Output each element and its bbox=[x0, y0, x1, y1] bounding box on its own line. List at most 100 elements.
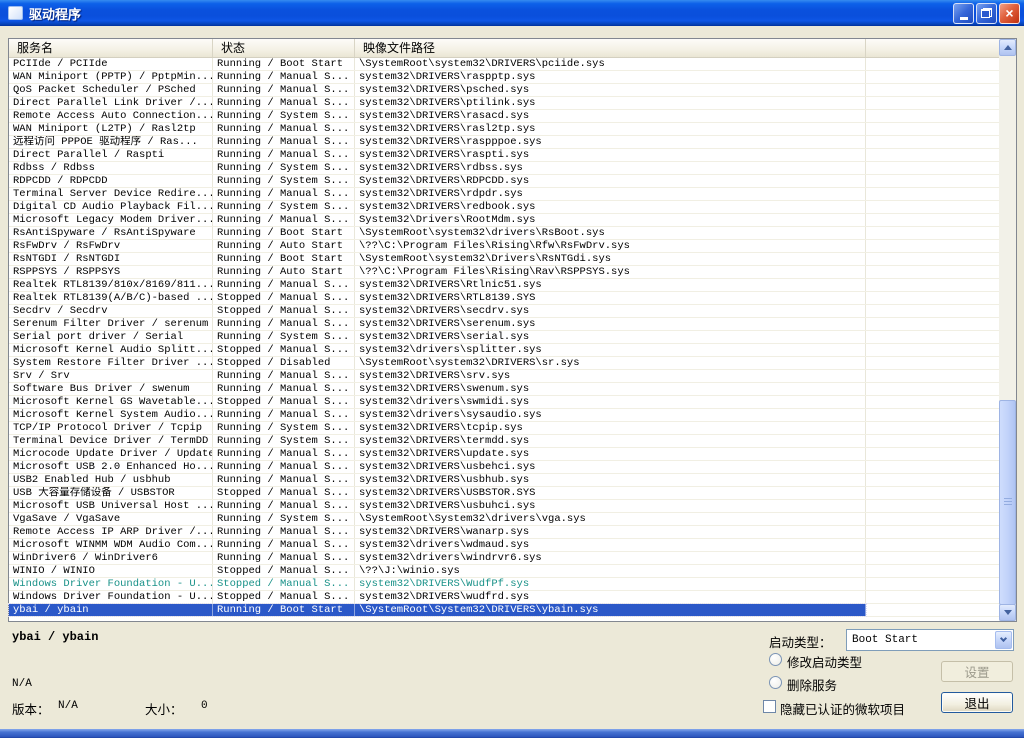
startup-type-select[interactable]: Boot Start bbox=[846, 629, 1014, 651]
table-row[interactable]: Remote Access Auto Connection... Running … bbox=[9, 110, 999, 123]
column-header[interactable]: 服务名 bbox=[9, 39, 213, 57]
cell-name: Srv / Srv bbox=[9, 370, 213, 382]
cell-status: Running / System S... bbox=[213, 513, 355, 525]
cell-status: Running / Manual S... bbox=[213, 370, 355, 382]
table-row[interactable]: Microsoft Kernel GS Wavetable... Stopped … bbox=[9, 396, 999, 409]
title-bar[interactable]: 驱动程序 × bbox=[0, 0, 1024, 26]
startup-type-value: Boot Start bbox=[852, 634, 919, 646]
cell-name: Software Bus Driver / swenum bbox=[9, 383, 213, 395]
cell-name: USB 大容量存储设备 / USBSTOR bbox=[9, 487, 213, 499]
table-row[interactable]: RsAntiSpyware / RsAntiSpyware Running / B… bbox=[9, 227, 999, 240]
exit-button[interactable]: 退出 bbox=[941, 692, 1013, 713]
table-row[interactable]: Microsoft WINMM WDM Audio Com... Running … bbox=[9, 539, 999, 552]
cell-name: Microsoft USB Universal Host ... bbox=[9, 500, 213, 512]
arrow-up-icon bbox=[1003, 45, 1012, 50]
cell-path: system32\DRIVERS\RTL8139.SYS bbox=[355, 292, 866, 304]
table-row[interactable]: VgaSave / VgaSave Running / System S... \S… bbox=[9, 513, 999, 526]
cell-path: system32\DRIVERS\raspppoe.sys bbox=[355, 136, 866, 148]
modify-startup-radio[interactable] bbox=[769, 653, 782, 666]
close-icon: × bbox=[1005, 5, 1014, 21]
table-row[interactable]: Realtek RTL8139(A/B/C)-based ... Stopped … bbox=[9, 292, 999, 305]
table-row[interactable]: Microsoft USB 2.0 Enhanced Ho... Running … bbox=[9, 461, 999, 474]
size-label: 大小： bbox=[145, 703, 183, 717]
vertical-scrollbar[interactable] bbox=[999, 39, 1016, 621]
table-row[interactable]: Secdrv / Secdrv Stopped / Manual S... syst… bbox=[9, 305, 999, 318]
table-row[interactable]: Digital CD Audio Playback Fil... Running … bbox=[9, 201, 999, 214]
cell-name: RsNTGDI / RsNTGDI bbox=[9, 253, 213, 265]
row-cells: Serial port driver / Serial Running / Sys… bbox=[9, 331, 866, 343]
table-row[interactable]: USB 大容量存储设备 / USBSTOR Stopped / Manual S.… bbox=[9, 487, 999, 500]
table-row[interactable]: Rdbss / Rdbss Running / System S... system… bbox=[9, 162, 999, 175]
table-row[interactable]: RSPPSYS / RSPPSYS Running / Auto Start \??… bbox=[9, 266, 999, 279]
cell-path: system32\DRIVERS\update.sys bbox=[355, 448, 866, 460]
cell-status: Running / Manual S... bbox=[213, 448, 355, 460]
restore-button[interactable] bbox=[976, 2, 997, 24]
table-row[interactable]: Windows Driver Foundation - U... Stopped … bbox=[9, 578, 999, 591]
column-header[interactable]: 映像文件路径 bbox=[355, 39, 866, 57]
column-header[interactable]: 状态 bbox=[213, 39, 355, 57]
table-row[interactable]: Serenum Filter Driver / serenum Running /… bbox=[9, 318, 999, 331]
table-row[interactable]: 远程访问 PPPOE 驱动程序 / Ras... Running / Manual… bbox=[9, 136, 999, 149]
cell-status: Running / System S... bbox=[213, 175, 355, 187]
table-row[interactable]: Microsoft Kernel Audio Splitt... Stopped … bbox=[9, 344, 999, 357]
row-cells: Serenum Filter Driver / serenum Running /… bbox=[9, 318, 866, 330]
cell-name: PCIIde / PCIIde bbox=[9, 58, 213, 70]
table-row[interactable]: RsFwDrv / RsFwDrv Running / Auto Start \??… bbox=[9, 240, 999, 253]
cell-name: Microsoft Kernel System Audio... bbox=[9, 409, 213, 421]
cell-path: system32\DRIVERS\Rtlnic51.sys bbox=[355, 279, 866, 291]
table-row[interactable]: Serial port driver / Serial Running / Sys… bbox=[9, 331, 999, 344]
cell-name: TCP/IP Protocol Driver / Tcpip bbox=[9, 422, 213, 434]
cell-name: Secdrv / Secdrv bbox=[9, 305, 213, 317]
table-row[interactable]: Terminal Server Device Redire... Running … bbox=[9, 188, 999, 201]
table-row[interactable]: Software Bus Driver / swenum Running / Ma… bbox=[9, 383, 999, 396]
scroll-up-button[interactable] bbox=[999, 39, 1016, 56]
window-title: 驱动程序 bbox=[29, 6, 82, 22]
cell-name: Windows Driver Foundation - U... bbox=[9, 591, 213, 603]
table-row[interactable]: PCIIde / PCIIde Running / Boot Start \Syst… bbox=[9, 58, 999, 71]
table-row[interactable]: Direct Parallel / Raspti Running / Manual… bbox=[9, 149, 999, 162]
scroll-down-button[interactable] bbox=[999, 604, 1016, 621]
table-row[interactable]: System Restore Filter Driver ... Stopped … bbox=[9, 357, 999, 370]
cell-status: Stopped / Disabled bbox=[213, 357, 355, 369]
table-row[interactable]: Terminal Device Driver / TermDD Running /… bbox=[9, 435, 999, 448]
table-row[interactable]: Srv / Srv Running / Manual S... system32\D… bbox=[9, 370, 999, 383]
row-cells: RsAntiSpyware / RsAntiSpyware Running / B… bbox=[9, 227, 866, 239]
table-row[interactable]: USB2 Enabled Hub / usbhub Running / Manua… bbox=[9, 474, 999, 487]
cell-status: Running / System S... bbox=[213, 331, 355, 343]
close-button[interactable]: × bbox=[999, 2, 1020, 24]
table-row[interactable]: Microsoft Kernel System Audio... Running … bbox=[9, 409, 999, 422]
table-row[interactable]: QoS Packet Scheduler / PSched Running / M… bbox=[9, 84, 999, 97]
table-row[interactable]: WAN Miniport (PPTP) / PptpMin... Running … bbox=[9, 71, 999, 84]
table-row[interactable]: WINIO / WINIO Stopped / Manual S... \??\J:… bbox=[9, 565, 999, 578]
row-cells: Realtek RTL8139/810x/8169/811... Running … bbox=[9, 279, 866, 291]
settings-button[interactable]: 设置 bbox=[941, 661, 1013, 682]
scroll-thumb[interactable] bbox=[999, 400, 1016, 605]
cell-name: Microsoft Kernel GS Wavetable... bbox=[9, 396, 213, 408]
table-row[interactable]: Realtek RTL8139/810x/8169/811... Running … bbox=[9, 279, 999, 292]
table-row[interactable]: WinDriver6 / WinDriver6 Running / Manual … bbox=[9, 552, 999, 565]
table-row[interactable]: ybai / ybain Running / Boot Start \SystemR… bbox=[8, 603, 999, 617]
cell-path: system32\DRIVERS\usbuhci.sys bbox=[355, 500, 866, 512]
table-row[interactable]: RsNTGDI / RsNTGDI Running / Boot Start \Sy… bbox=[9, 253, 999, 266]
table-row[interactable]: RDPCDD / RDPCDD Running / System S... Syst… bbox=[9, 175, 999, 188]
table-row[interactable]: Microsoft USB Universal Host ... Running … bbox=[9, 500, 999, 513]
table-row[interactable]: Microsoft Legacy Modem Driver... Running … bbox=[9, 214, 999, 227]
table-row[interactable]: Windows Driver Foundation - U... Stopped … bbox=[9, 591, 999, 604]
table-row[interactable]: Direct Parallel Link Driver /... Running … bbox=[9, 97, 999, 110]
cell-name: WAN Miniport (PPTP) / PptpMin... bbox=[9, 71, 213, 83]
cell-path: system32\DRIVERS\swenum.sys bbox=[355, 383, 866, 395]
cell-name: Microsoft Kernel Audio Splitt... bbox=[9, 344, 213, 356]
cell-name: RDPCDD / RDPCDD bbox=[9, 175, 213, 187]
restore-icon bbox=[981, 8, 992, 18]
table-row[interactable]: Microcode Update Driver / Update Running … bbox=[9, 448, 999, 461]
cell-status: Running / Manual S... bbox=[213, 552, 355, 564]
combo-dropdown-button[interactable] bbox=[995, 631, 1012, 649]
table-row[interactable]: TCP/IP Protocol Driver / Tcpip Running / … bbox=[9, 422, 999, 435]
table-row[interactable]: WAN Miniport (L2TP) / Rasl2tp Running / M… bbox=[9, 123, 999, 136]
row-cells: RsFwDrv / RsFwDrv Running / Auto Start \??… bbox=[9, 240, 866, 252]
hide-microsoft-checkbox[interactable] bbox=[763, 700, 776, 713]
table-row[interactable]: Remote Access IP ARP Driver /... Running … bbox=[9, 526, 999, 539]
minimize-button[interactable] bbox=[953, 2, 974, 24]
cell-path: system32\drivers\windrvr6.sys bbox=[355, 552, 866, 564]
delete-service-radio[interactable] bbox=[769, 676, 782, 689]
